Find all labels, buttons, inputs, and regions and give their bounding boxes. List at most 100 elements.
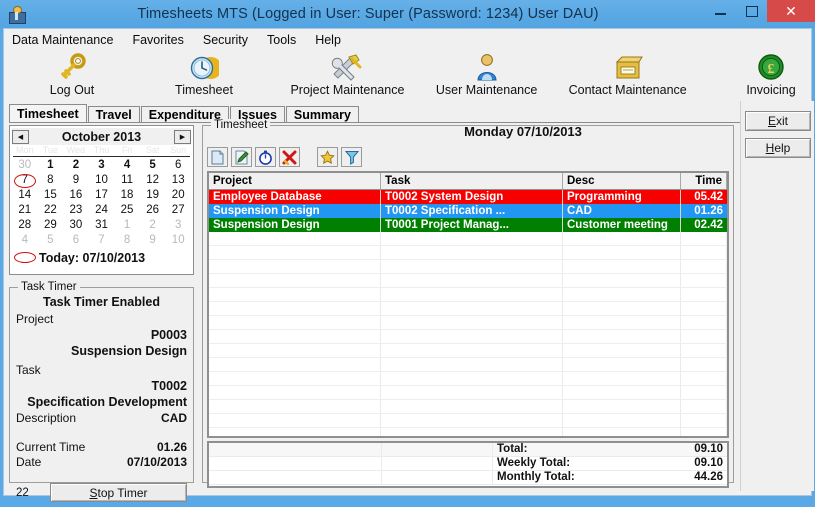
calendar-day[interactable]: 13 [165,173,191,188]
menu-item-security[interactable]: Security [203,33,248,47]
tab-travel[interactable]: Travel [87,106,140,123]
edit-record-button[interactable] [231,147,252,167]
new-record-button[interactable] [207,147,228,167]
calendar-day[interactable]: 24 [89,203,115,218]
calendar-day[interactable]: 30 [63,218,89,233]
calendar-day[interactable]: 3 [89,158,115,173]
calendar-day[interactable]: 23 [63,203,89,218]
menu-item-data-maintenance[interactable]: Data Maintenance [12,33,113,47]
table-row-empty[interactable] [209,386,727,400]
close-button[interactable]: ✕ [767,0,815,22]
calendar-day[interactable]: 8 [38,173,64,188]
tab-timesheet[interactable]: Timesheet [9,104,87,123]
calendar-day[interactable]: 9 [63,173,89,188]
calendar-day[interactable]: 26 [140,203,166,218]
maximize-button[interactable] [736,0,767,22]
calendar-next-button[interactable]: ▶ [174,129,191,144]
table-row-empty[interactable] [209,260,727,274]
table-row-empty[interactable] [209,246,727,260]
menu-item-help[interactable]: Help [315,33,341,47]
grid-header-desc[interactable]: Desc [563,173,681,189]
table-row[interactable]: Employee Database T0002 System Design Prog… [209,190,727,204]
calendar-day[interactable]: 29 [38,218,64,233]
calendar-day[interactable]: 7 [12,173,38,188]
toolbar-button-user-maintenance[interactable]: User Maintenance [431,50,543,97]
calendar-day[interactable]: 2 [140,218,166,233]
calendar-day[interactable]: 22 [38,203,64,218]
table-row-empty[interactable] [209,358,727,372]
calendar-day[interactable]: 8 [114,233,140,248]
calendar-day[interactable]: 1 [114,218,140,233]
grid-header-task[interactable]: Task [381,173,563,189]
stop-timer-button[interactable]: Stop Timer [50,483,187,502]
toolbar-button-timesheet[interactable]: Timesheet [164,50,244,97]
calendar-day[interactable]: 5 [38,233,64,248]
toolbar-button-project-maintenance[interactable]: Project Maintenance [286,50,409,97]
calendar-day[interactable]: 27 [165,203,191,218]
calendar-day[interactable]: 19 [140,188,166,203]
calendar-day[interactable]: 18 [114,188,140,203]
grid-header-time[interactable]: Time [681,173,727,189]
calendar-day[interactable]: 15 [38,188,64,203]
toolbar-button-contact-maintenance[interactable]: Contact Maintenance [564,50,691,97]
calendar-day[interactable]: 28 [12,218,38,233]
exit-button[interactable]: Exit [745,111,811,131]
table-row-empty[interactable] [209,288,727,302]
calendar-day-grid[interactable]: 30 1 2 3 4 5 6 7 8 9 10 11 12 13 14 15 16 17 18 19 20 21 22 23 2… [12,158,191,248]
table-row-empty[interactable] [209,232,727,246]
calendar-day[interactable]: 25 [114,203,140,218]
timer-button[interactable] [255,147,276,167]
table-row-empty[interactable] [209,330,727,344]
calendar-day[interactable]: 3 [165,218,191,233]
calendar-day[interactable]: 21 [12,203,38,218]
delete-record-button[interactable] [279,147,300,167]
cell-empty [209,428,381,436]
toolbar-button-invoicing[interactable]: £ Invoicing [731,50,811,97]
tab-summary[interactable]: Summary [285,106,359,123]
calendar-day[interactable]: 1 [38,158,64,173]
content-panes: Exit Help ◀ October 2013 ▶ Mon Tue Wed T… [4,101,814,502]
calendar-day[interactable]: 16 [63,188,89,203]
calendar-widget[interactable]: ◀ October 2013 ▶ Mon Tue Wed Thu Fri Sat… [9,125,194,275]
calendar-prev-button[interactable]: ◀ [12,129,29,144]
calendar-day[interactable]: 7 [89,233,115,248]
table-row-empty[interactable] [209,400,727,414]
calendar-day[interactable]: 30 [12,158,38,173]
table-row-empty[interactable] [209,316,727,330]
calendar-day[interactable]: 10 [89,173,115,188]
favorite-button[interactable] [317,147,338,167]
grid-header-project[interactable]: Project [209,173,381,189]
timer-icon [258,150,273,165]
calendar-day[interactable]: 12 [140,173,166,188]
table-row-empty[interactable] [209,428,727,436]
help-button[interactable]: Help [745,138,811,158]
calendar-day[interactable]: 5 [140,158,166,173]
calendar-today-row: Today: 07/10/2013 [12,249,191,266]
calendar-day[interactable]: 6 [63,233,89,248]
filter-button[interactable] [341,147,362,167]
menu-item-tools[interactable]: Tools [267,33,296,47]
timesheet-grid[interactable]: Project Task Desc Time Employee Database… [207,171,729,438]
table-row[interactable]: Suspension Design T0001 Project Manag... C… [209,218,727,232]
calendar-day[interactable]: 14 [12,188,38,203]
menu-item-favorites[interactable]: Favorites [132,33,183,47]
calendar-day[interactable]: 4 [12,233,38,248]
calendar-day[interactable]: 20 [165,188,191,203]
calendar-day[interactable]: 4 [114,158,140,173]
table-row-empty[interactable] [209,274,727,288]
calendar-day[interactable]: 2 [63,158,89,173]
calendar-day[interactable]: 10 [165,233,191,248]
calendar-day[interactable]: 6 [165,158,191,173]
table-row-empty[interactable] [209,414,727,428]
table-row-empty[interactable] [209,344,727,358]
toolbar-button-log-out[interactable]: Log Out [32,50,112,97]
minimize-button[interactable] [705,0,736,22]
table-row-empty[interactable] [209,302,727,316]
cell-empty [381,330,563,343]
table-row-empty[interactable] [209,372,727,386]
calendar-day[interactable]: 9 [140,233,166,248]
calendar-day[interactable]: 17 [89,188,115,203]
calendar-day[interactable]: 11 [114,173,140,188]
calendar-day[interactable]: 31 [89,218,115,233]
table-row[interactable]: Suspension Design T0002 Specification ...… [209,204,727,218]
